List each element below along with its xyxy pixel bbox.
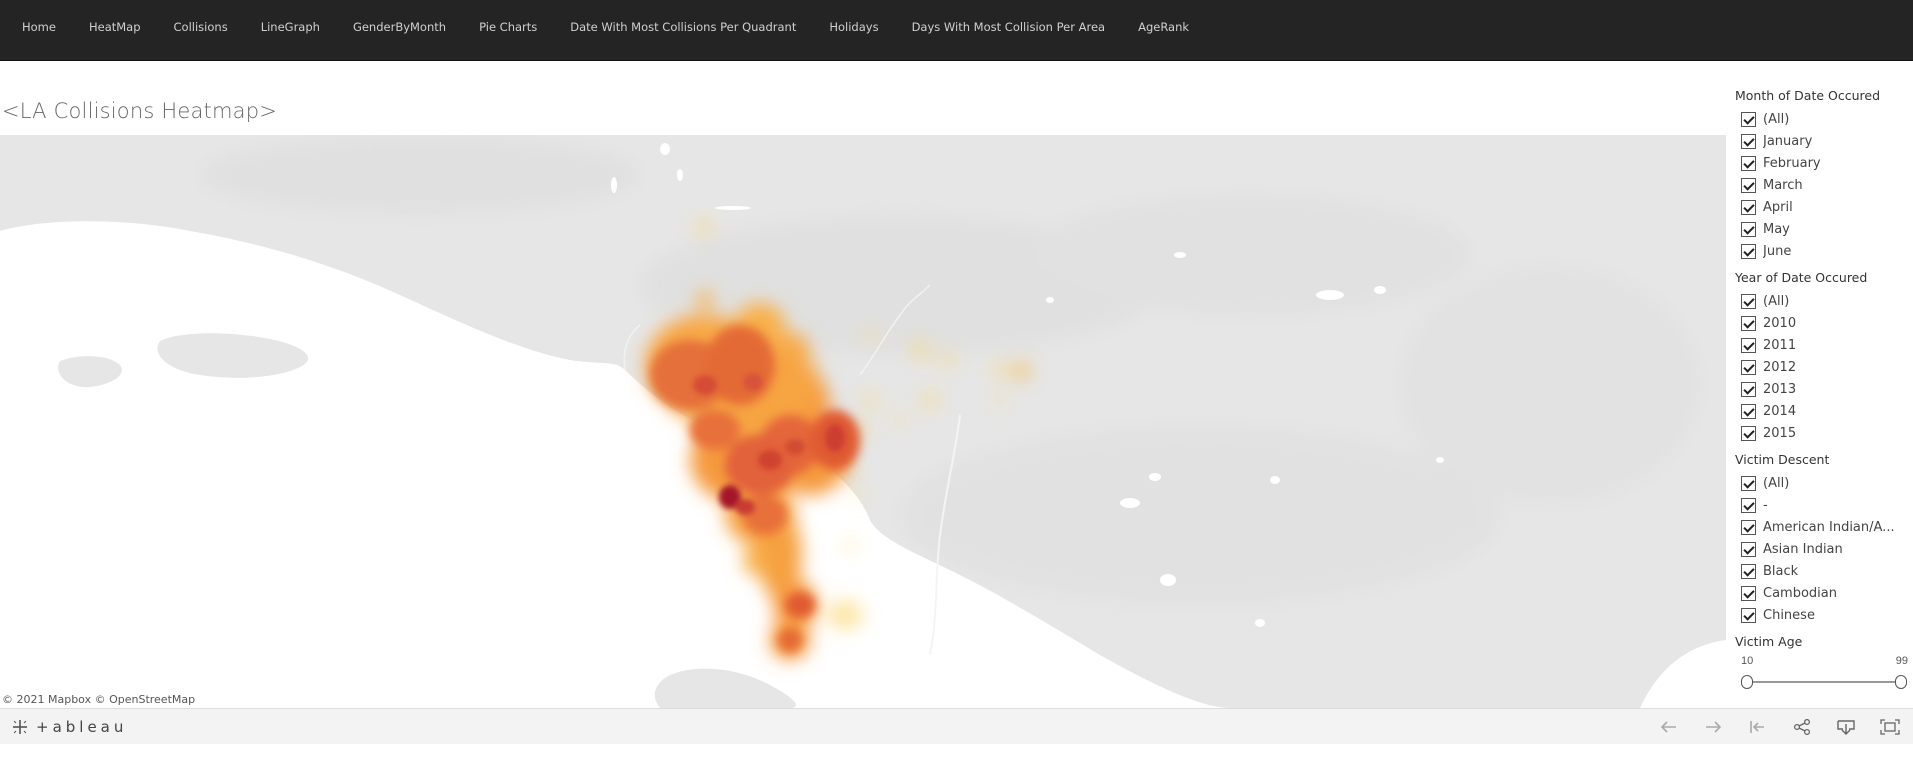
checkbox[interactable] [1741,315,1756,331]
age-range-readout: 10 99 [1735,655,1913,667]
descent-option-asian-indian[interactable]: Asian Indian [1735,538,1913,560]
slider-min-handle[interactable] [1741,675,1753,689]
checkbox[interactable] [1741,381,1756,397]
nav-days-most-collision-area[interactable]: Days With Most Collision Per Area [912,20,1106,34]
tableau-logo[interactable]: +ableau [10,717,127,737]
dashboard-title: <LA Collisions Heatmap> [2,99,278,123]
nav-pie-charts[interactable]: Pie Charts [479,20,537,34]
checkbox[interactable] [1741,425,1756,441]
descent-option-cambodian[interactable]: Cambodian [1735,582,1913,604]
month-filter: Month of Date Occured (All) January Febr… [1735,88,1913,262]
tableau-logo-icon [13,720,27,734]
dashboard: <LA Collisions Heatmap> © 2021 Mapbox © … [0,61,1913,708]
checkbox[interactable] [1741,111,1756,127]
nav-heatmap[interactable]: HeatMap [89,20,141,34]
nav-agerank[interactable]: AgeRank [1138,20,1189,34]
checkbox[interactable] [1741,585,1756,601]
checkbox[interactable] [1741,475,1756,491]
checkbox[interactable] [1741,293,1756,309]
checkbox[interactable] [1741,243,1756,259]
age-range-slider[interactable] [1741,673,1907,691]
checkbox[interactable] [1741,541,1756,557]
slider-track [1747,681,1901,683]
checkbox[interactable] [1741,497,1756,513]
share-icon[interactable] [1790,717,1814,737]
nav-gender-by-month[interactable]: GenderByMonth [353,20,446,34]
descent-option-chinese[interactable]: Chinese [1735,604,1913,626]
revert-icon[interactable] [1745,717,1769,737]
checkbox[interactable] [1741,199,1756,215]
nav-holidays[interactable]: Holidays [829,20,878,34]
tableau-logo-text: +ableau [36,718,128,736]
checkbox[interactable] [1741,519,1756,535]
year-option-2015[interactable]: 2015 [1735,422,1913,444]
redo-icon[interactable] [1701,717,1725,737]
descent-option-all[interactable]: (All) [1735,472,1913,494]
month-option-all[interactable]: (All) [1735,108,1913,130]
descent-option-american-indian[interactable]: American Indian/A... [1735,516,1913,538]
checkbox[interactable] [1741,563,1756,579]
month-option-april[interactable]: April [1735,196,1913,218]
undo-icon[interactable] [1657,717,1681,737]
map-canvas [0,135,1726,708]
year-filter-title: Year of Date Occured [1735,270,1868,285]
year-option-2011[interactable]: 2011 [1735,334,1913,356]
year-filter: Year of Date Occured (All) 2010 2011 201… [1735,270,1913,444]
nav-linegraph[interactable]: LineGraph [261,20,320,34]
checkbox[interactable] [1741,607,1756,623]
tableau-toolbar: +ableau [0,708,1913,744]
descent-filter: Victim Descent (All) - American Indian/A… [1735,452,1913,626]
month-option-may[interactable]: May [1735,218,1913,240]
age-filter-title: Victim Age [1735,634,1803,649]
year-option-2013[interactable]: 2013 [1735,378,1913,400]
nav-collisions[interactable]: Collisions [174,20,228,34]
nav-menu: Home HeatMap Collisions LineGraph Gender… [0,0,1913,54]
age-min-value: 10 [1741,655,1754,667]
top-navigation-bar: Home HeatMap Collisions LineGraph Gender… [0,0,1913,61]
map-attribution[interactable]: © 2021 Mapbox © OpenStreetMap [2,693,195,706]
fullscreen-icon[interactable] [1878,717,1902,737]
nav-date-most-collisions-quadrant[interactable]: Date With Most Collisions Per Quadrant [570,20,796,34]
checkbox[interactable] [1741,337,1756,353]
checkbox[interactable] [1741,221,1756,237]
slider-max-handle[interactable] [1895,675,1907,689]
descent-option-black[interactable]: Black [1735,560,1913,582]
descent-filter-title: Victim Descent [1735,452,1830,467]
nav-home[interactable]: Home [22,20,56,34]
download-icon[interactable] [1834,717,1858,737]
month-option-january[interactable]: January [1735,130,1913,152]
year-option-all[interactable]: (All) [1735,290,1913,312]
filter-panel: Month of Date Occured (All) January Febr… [1735,88,1913,699]
month-option-february[interactable]: February [1735,152,1913,174]
year-option-2010[interactable]: 2010 [1735,312,1913,334]
descent-option-dash[interactable]: - [1735,494,1913,516]
year-option-2012[interactable]: 2012 [1735,356,1913,378]
age-max-value: 99 [1895,655,1908,667]
heatmap-map[interactable]: © 2021 Mapbox © OpenStreetMap [0,135,1726,708]
page-bottom-margin [0,744,1913,759]
age-filter: Victim Age 10 99 [1735,634,1913,691]
checkbox[interactable] [1741,133,1756,149]
month-option-june[interactable]: June [1735,240,1913,262]
checkbox[interactable] [1741,155,1756,171]
year-option-2014[interactable]: 2014 [1735,400,1913,422]
checkbox[interactable] [1741,403,1756,419]
month-filter-title: Month of Date Occured [1735,88,1881,103]
month-option-march[interactable]: March [1735,174,1913,196]
checkbox[interactable] [1741,359,1756,375]
checkbox[interactable] [1741,177,1756,193]
